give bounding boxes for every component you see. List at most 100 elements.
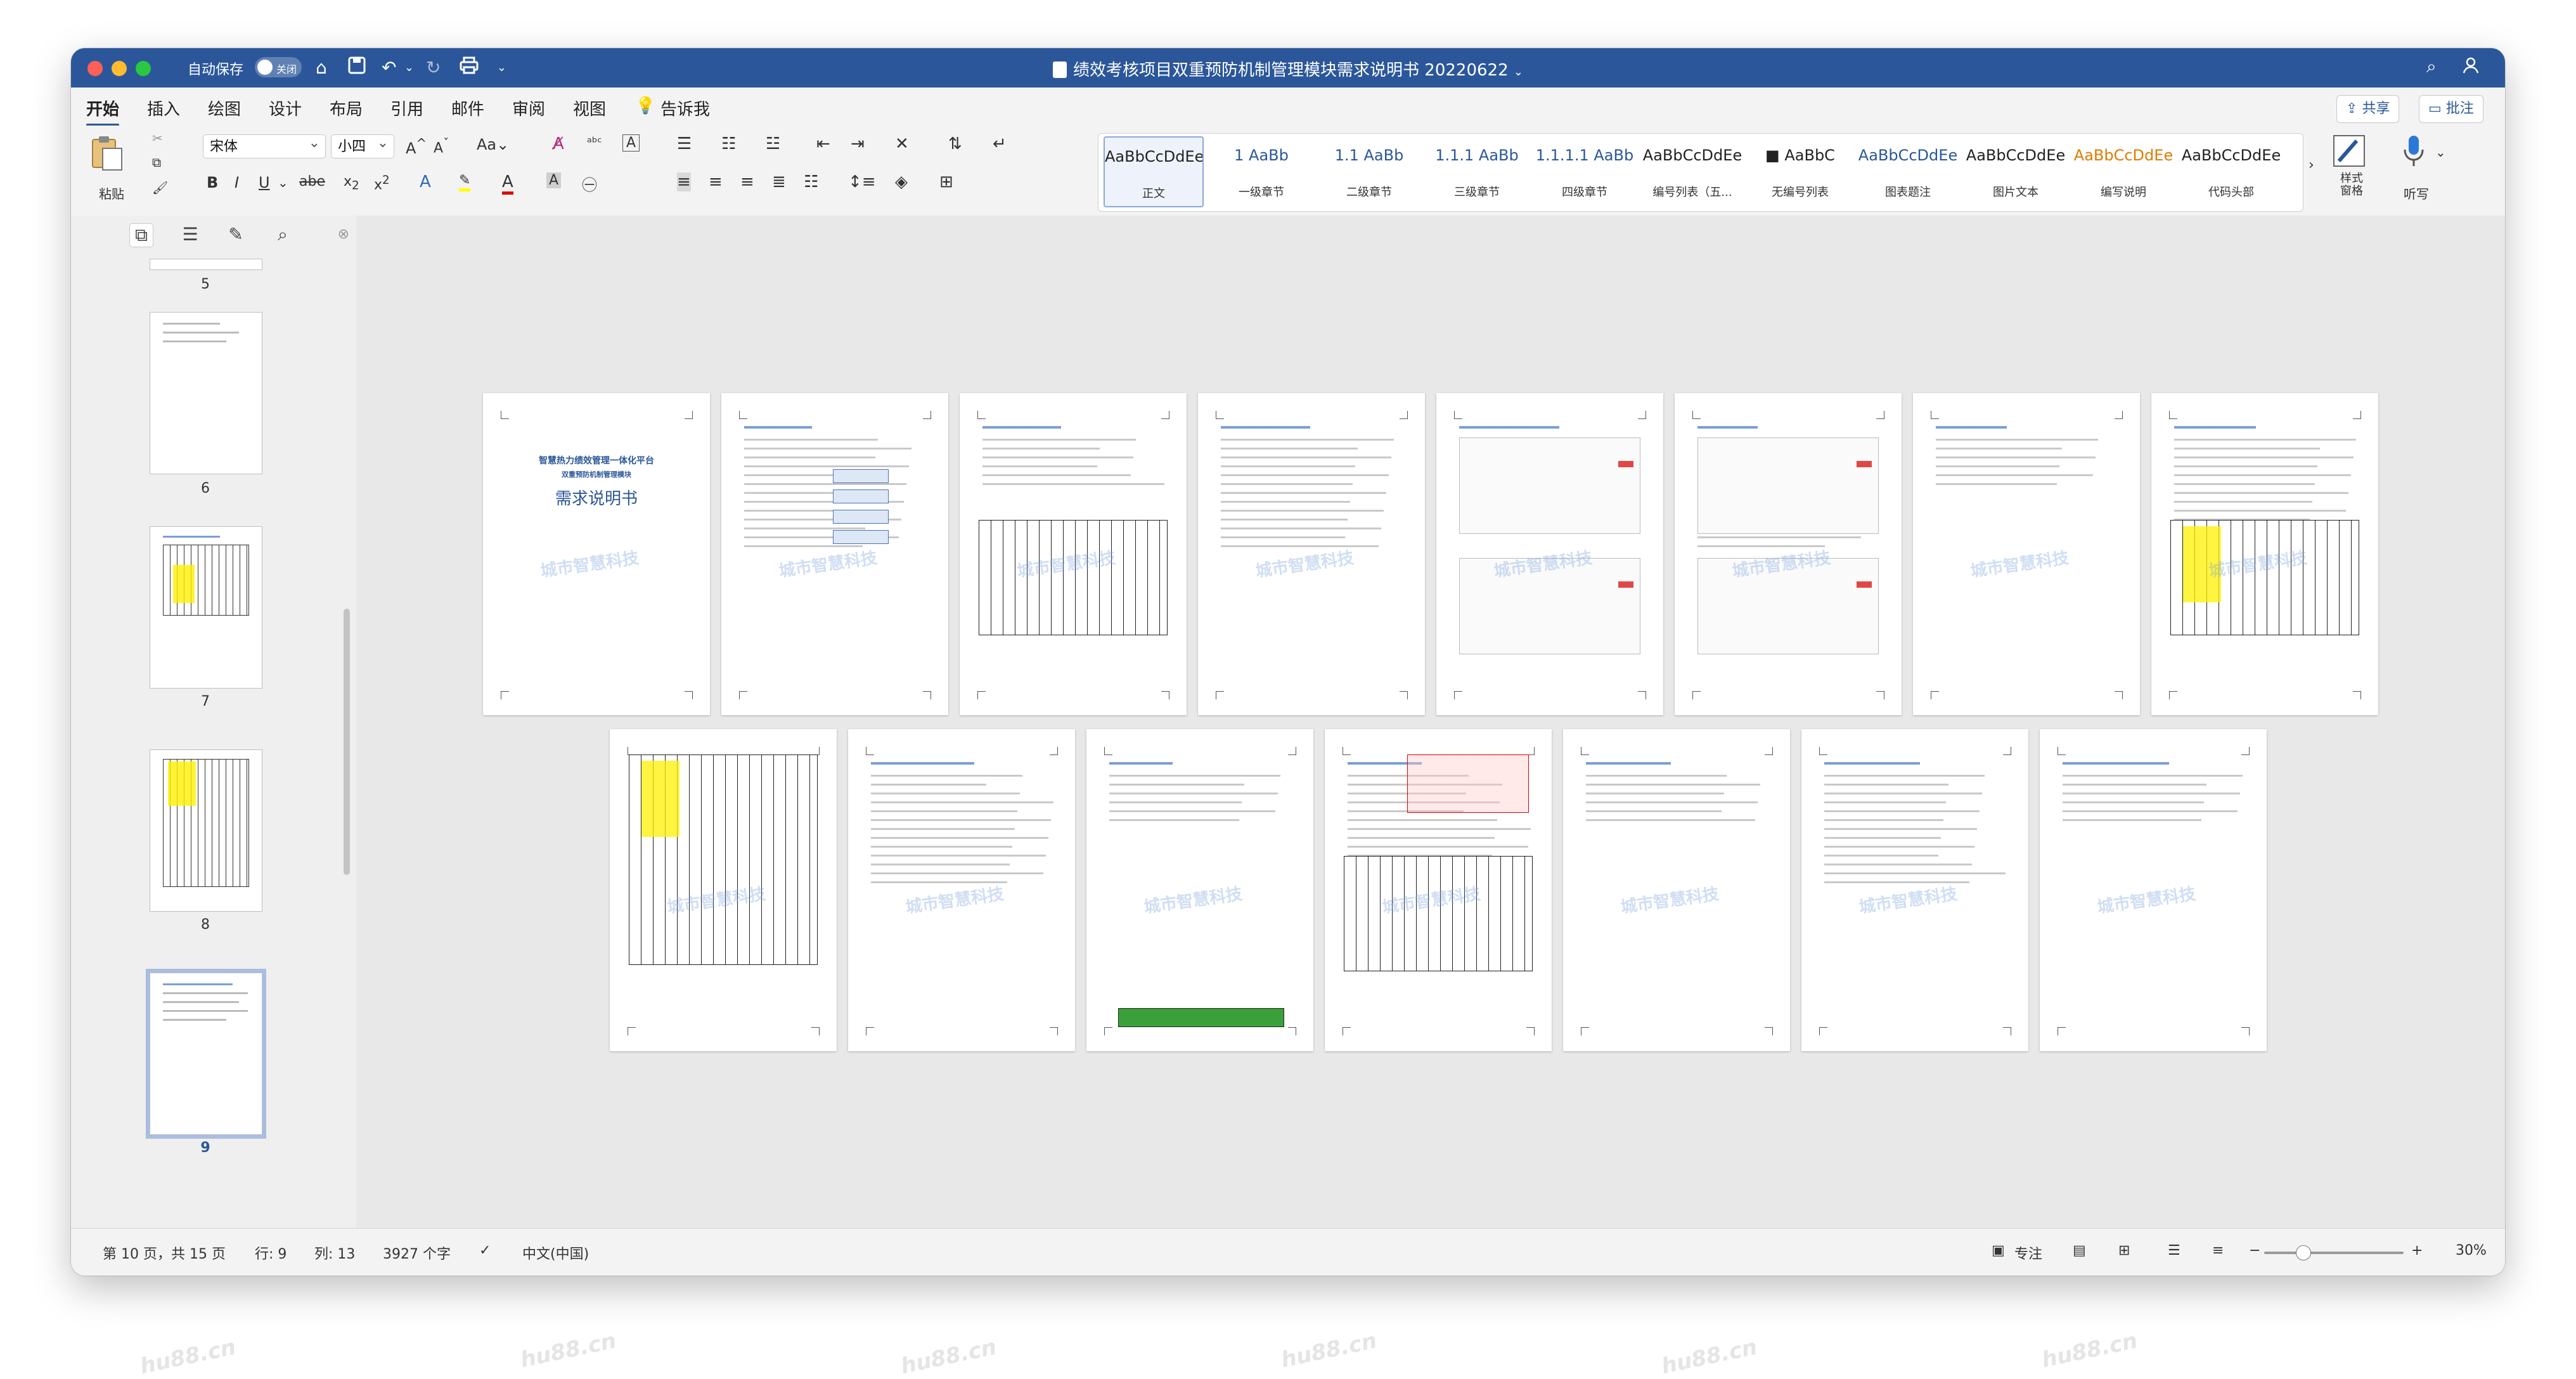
style-item[interactable]: ■ AaBbC 无编号列表 <box>1750 136 1850 207</box>
style-item[interactable]: 1.1.1.1 AaBb 四级章节 <box>1535 136 1635 207</box>
tell-me-icon[interactable]: 💡 <box>635 96 655 115</box>
print-layout-icon[interactable]: ▤ <box>2073 1243 2086 1259</box>
increase-indent-icon[interactable]: ⇥ <box>851 134 865 153</box>
phonetic-guide-icon[interactable]: ᵃᵇᶜ <box>587 134 602 150</box>
word-count[interactable]: 3927 个字 <box>383 1243 451 1263</box>
zoom-out-icon[interactable]: − <box>2249 1243 2260 1259</box>
thumbnails-icon[interactable]: ⧉ <box>129 223 153 247</box>
title-chevron-icon[interactable]: ⌄ <box>1514 65 1523 79</box>
decrease-indent-icon[interactable]: ⇤ <box>816 134 830 153</box>
grow-font-icon[interactable]: A^ <box>406 136 427 157</box>
subscript-icon[interactable]: x2 <box>344 174 359 192</box>
tab-tell-me[interactable]: 告诉我 <box>660 96 710 120</box>
document-page[interactable]: 城市智慧科技 <box>1086 729 1313 1051</box>
outline-icon[interactable]: ☰ <box>179 223 202 246</box>
align-center-icon[interactable]: ≡ <box>709 172 723 191</box>
align-left-icon[interactable]: ≡ <box>677 172 691 191</box>
page-thumbnail[interactable] <box>150 526 262 689</box>
enclose-characters-icon[interactable]: ㊀ <box>582 172 597 195</box>
navigation-scrollbar[interactable] <box>344 609 350 875</box>
focus-label[interactable]: 专注 <box>2014 1243 2042 1263</box>
zoom-in-icon[interactable]: + <box>2411 1243 2423 1259</box>
document-page[interactable]: 城市智慧科技 <box>1436 393 1663 715</box>
font-color-icon[interactable]: A <box>502 172 513 195</box>
underline-dropdown-icon[interactable]: ⌄ <box>278 175 288 190</box>
web-layout-icon[interactable]: ⊞ <box>2118 1243 2130 1259</box>
multilevel-list-icon[interactable]: ☳ <box>766 134 780 153</box>
paste-icon[interactable] <box>89 134 124 177</box>
style-item[interactable]: 1 AaBb 一级章节 <box>1211 136 1311 207</box>
cut-icon[interactable]: ✂ <box>152 131 163 146</box>
shading-icon[interactable]: A <box>546 172 562 188</box>
document-page[interactable]: 城市智慧科技 <box>960 393 1187 715</box>
document-page[interactable]: 城市智慧科技 <box>1563 729 1790 1051</box>
align-right-icon[interactable]: ≡ <box>740 172 754 191</box>
document-page[interactable]: 城市智慧科技 <box>1325 729 1552 1051</box>
tab-review[interactable]: 审阅 <box>512 96 545 120</box>
document-page[interactable]: 城市智慧科技 <box>610 729 837 1051</box>
draft-view-icon[interactable]: ≡ <box>2212 1243 2224 1259</box>
style-item[interactable]: AaBbCcDdEe 正文 <box>1104 136 1204 207</box>
highlight-icon[interactable]: ✎ <box>459 172 471 191</box>
tab-insert[interactable]: 插入 <box>147 96 180 120</box>
paragraph-shading-icon[interactable]: ◈ <box>895 172 908 191</box>
bold-icon[interactable]: B <box>207 174 218 191</box>
style-item[interactable]: AaBbCcDdEe 代码头部 <box>2181 136 2281 207</box>
tab-references[interactable]: 引用 <box>390 96 423 120</box>
proofing-icon[interactable]: ✓ <box>479 1243 491 1259</box>
change-case-icon[interactable]: Aa⌄ <box>477 136 509 153</box>
account-icon[interactable] <box>2462 56 2480 78</box>
line-spacing-icon[interactable]: ↕≡ <box>848 172 876 191</box>
tab-view[interactable]: 视图 <box>573 96 606 120</box>
show-formatting-icon[interactable]: ↵ <box>993 134 1007 153</box>
font-size-select[interactable]: 小四 <box>331 131 394 159</box>
document-page[interactable]: 城市智慧科技 <box>721 393 948 715</box>
page-thumbnail[interactable] <box>150 312 262 474</box>
search-icon[interactable]: ⌕ <box>2426 56 2437 77</box>
zoom-slider[interactable] <box>2264 1252 2404 1254</box>
font-name-select[interactable]: 宋体 <box>203 131 326 159</box>
paste-label[interactable]: 粘贴 <box>99 184 124 202</box>
page-thumbnail[interactable] <box>150 259 262 270</box>
comments-button[interactable]: ▭ 批注 <box>2419 95 2483 123</box>
format-painter-icon[interactable]: 🖌 <box>152 180 168 195</box>
strikethrough-icon[interactable]: abe <box>299 174 325 190</box>
tab-home[interactable]: 开始 <box>86 96 120 126</box>
document-page[interactable]: 城市智慧科技 <box>2151 393 2378 715</box>
tab-layout[interactable]: 布局 <box>330 96 363 120</box>
borders-icon[interactable]: ⊞ <box>939 172 953 191</box>
dictate-label[interactable]: 听写 <box>2404 184 2429 202</box>
style-item[interactable]: 1.1.1 AaBb 三级章节 <box>1427 136 1527 207</box>
close-pane-icon[interactable]: ⊗ <box>332 223 355 246</box>
document-page[interactable]: 城市智慧科技 <box>2040 729 2267 1051</box>
styles-gallery-more-icon[interactable]: › <box>2309 157 2314 173</box>
focus-icon[interactable]: ▣ <box>1992 1243 2005 1259</box>
document-page[interactable]: 智慧热力绩效管理一体化平台 双重预防机制管理模块 需求说明书 城市智慧科技 <box>483 393 710 715</box>
character-border-icon[interactable]: A <box>622 134 640 152</box>
tab-mailings[interactable]: 邮件 <box>451 96 484 120</box>
outline-view-icon[interactable]: ☰ <box>2168 1243 2180 1259</box>
distributed-icon[interactable]: ☷ <box>804 172 818 191</box>
superscript-icon[interactable]: x2 <box>374 174 390 193</box>
italic-icon[interactable]: I <box>235 174 239 191</box>
copy-icon[interactable]: ⧉ <box>152 155 161 170</box>
zoom-level[interactable]: 30% <box>2456 1243 2487 1259</box>
style-item[interactable]: AaBbCcDdEe 编写说明 <box>2073 136 2174 207</box>
justify-icon[interactable]: ≣ <box>772 172 786 191</box>
text-effects-icon[interactable]: A <box>420 172 431 191</box>
edit-pages-icon[interactable]: ✎ <box>224 223 247 246</box>
styles-pane-label[interactable]: 样式 窗格 <box>2334 172 2369 198</box>
style-item[interactable]: AaBbCcDdEe 图片文本 <box>1966 136 2066 207</box>
page-thumbnail[interactable] <box>150 749 262 912</box>
dictate-icon[interactable] <box>2401 133 2426 173</box>
document-page[interactable]: 城市智慧科技 <box>1675 393 1902 715</box>
page-thumbnail-selected[interactable] <box>146 969 266 1139</box>
document-page[interactable]: 城市智慧科技 <box>1801 729 2028 1051</box>
document-page[interactable]: 城市智慧科技 <box>1913 393 2140 715</box>
zoom-slider-knob[interactable] <box>2296 1245 2311 1260</box>
document-page[interactable]: 城市智慧科技 <box>848 729 1075 1051</box>
tab-draw[interactable]: 绘图 <box>208 96 241 120</box>
style-item[interactable]: 1.1 AaBb 二级章节 <box>1319 136 1419 207</box>
asian-layout-icon[interactable]: ✕ <box>895 134 909 153</box>
share-button[interactable]: ⇪ 共享 <box>2336 95 2400 123</box>
